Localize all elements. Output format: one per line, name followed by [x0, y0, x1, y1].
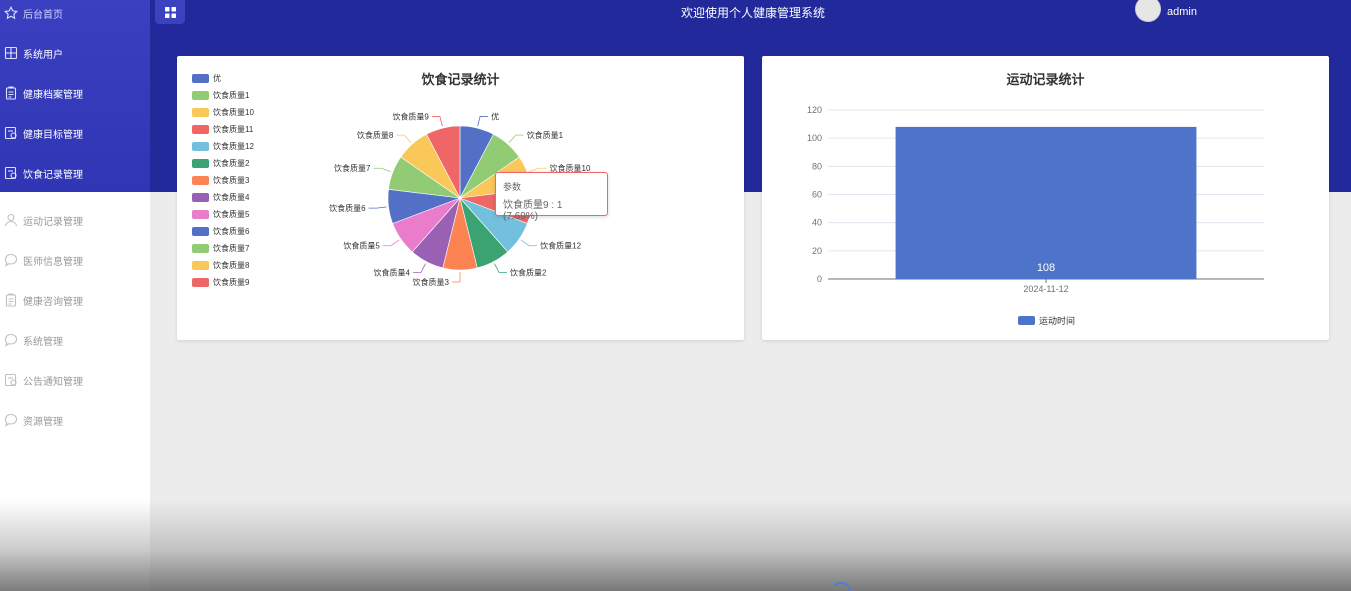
clipboard-edit-icon	[4, 126, 18, 140]
sidebar-item-notices[interactable]: 公告通知管理	[0, 360, 150, 400]
pie-label-line	[508, 134, 524, 143]
sidebar-item-health-records[interactable]: 健康档案管理	[0, 73, 150, 113]
chat-icon	[4, 253, 18, 267]
sidebar-item-consultation[interactable]: 健康咨询管理	[0, 280, 150, 320]
username[interactable]: admin	[1167, 6, 1197, 18]
pie-label-line	[431, 116, 443, 127]
clipboard-edit-icon	[4, 373, 18, 387]
grid-icon	[4, 46, 18, 60]
pie-label: 饮食质量12	[540, 241, 581, 251]
sidebar-item-system[interactable]: 系统管理	[0, 320, 150, 360]
pie-label: 饮食质量8	[357, 130, 394, 140]
sidebar-item-doctors[interactable]: 医师信息管理	[0, 240, 150, 280]
y-tick-label: 40	[812, 218, 822, 228]
pie-label-line	[412, 263, 426, 273]
tooltip-text: 饮食质量9 : 1 (7.69%)	[503, 200, 563, 222]
menu-toggle-button[interactable]	[155, 0, 185, 24]
legend-label: 运动时间	[1039, 316, 1076, 326]
pie-label: 饮食质量1	[527, 130, 564, 140]
bar-legend[interactable]: 运动时间	[1018, 314, 1075, 327]
pie-label: 饮食质量5	[343, 241, 380, 251]
pie-label-line	[494, 263, 508, 273]
page-title: 欢迎使用个人健康管理系统	[680, 6, 825, 20]
bar-value-label: 108	[1037, 262, 1055, 274]
loading-spinner-icon	[830, 582, 852, 591]
pie-label-line	[452, 272, 461, 283]
pie-chart: 优饮食质量1饮食质量10饮食质量11饮食质量12饮食质量2饮食质量3饮食质量4饮…	[329, 111, 595, 287]
pie-label-line	[477, 116, 489, 127]
legend-swatch	[1018, 316, 1035, 325]
sidebar-item-label: 健康咨询管理	[23, 296, 83, 308]
y-tick-label: 120	[807, 105, 822, 115]
chat-icon	[4, 413, 18, 427]
sidebar-item-label: 公告通知管理	[23, 376, 83, 388]
clipboard-edit-icon	[4, 166, 18, 180]
sidebar-item-users[interactable]: 系统用户	[0, 33, 150, 73]
pie-label-line	[396, 134, 412, 143]
sidebar-item-home[interactable]: 后台首页	[0, 0, 150, 33]
sidebar-item-label: 健康目标管理	[23, 129, 83, 141]
sidebar-item-diet-records[interactable]: 饮食记录管理	[0, 153, 150, 193]
pie-label-line	[520, 239, 538, 247]
y-tick-label: 100	[807, 133, 822, 143]
bar-chart: 0 20 40 60 80 100 120 108 2024-11-12	[807, 105, 1264, 294]
pie-label: 饮食质量6	[329, 203, 366, 213]
sidebar-item-label: 系统管理	[23, 336, 63, 348]
sidebar-item-label: 医师信息管理	[23, 256, 83, 268]
user-icon	[4, 213, 18, 227]
pie-label: 饮食质量4	[374, 267, 411, 277]
pie-label: 饮食质量9	[392, 111, 429, 121]
pie-label: 饮食质量2	[510, 267, 547, 277]
sidebar-item-label: 饮食记录管理	[23, 169, 83, 181]
sidebar-item-health-goals[interactable]: 健康目标管理	[0, 113, 150, 153]
sidebar-item-label: 后台首页	[23, 9, 63, 21]
pie-label-line	[373, 167, 391, 173]
sidebar-item-label: 运动记录管理	[23, 216, 83, 228]
pie-label: 饮食质量3	[413, 277, 450, 287]
sidebar-item-label: 资源管理	[23, 416, 63, 428]
chart-tooltip: 参数 饮食质量9 : 1 (7.69%)	[495, 172, 608, 222]
clipboard-icon	[4, 86, 18, 100]
sidebar-item-label: 健康档案管理	[23, 89, 83, 101]
bar[interactable]	[895, 126, 1197, 280]
clipboard-icon	[4, 293, 18, 307]
pie-label: 饮食质量7	[334, 163, 371, 173]
tooltip-series: 参数	[503, 182, 522, 192]
pie-label-line	[368, 206, 387, 209]
sidebar-item-resources[interactable]: 资源管理	[0, 400, 150, 440]
pie-label: 优	[491, 111, 499, 121]
y-tick-label: 20	[812, 246, 822, 256]
star-icon	[3, 5, 19, 20]
sidebar-item-label: 系统用户	[23, 49, 63, 61]
y-tick-label: 0	[817, 274, 822, 284]
sidebar-item-exercise-records[interactable]: 运动记录管理	[0, 200, 150, 240]
y-tick-label: 60	[812, 190, 822, 200]
bottom-overlay	[0, 500, 1351, 591]
x-tick-label: 2024-11-12	[1023, 284, 1068, 294]
grid-icon	[164, 6, 176, 18]
chat-icon	[4, 333, 18, 347]
y-tick-label: 80	[812, 161, 822, 171]
pie-label-line	[382, 239, 400, 247]
